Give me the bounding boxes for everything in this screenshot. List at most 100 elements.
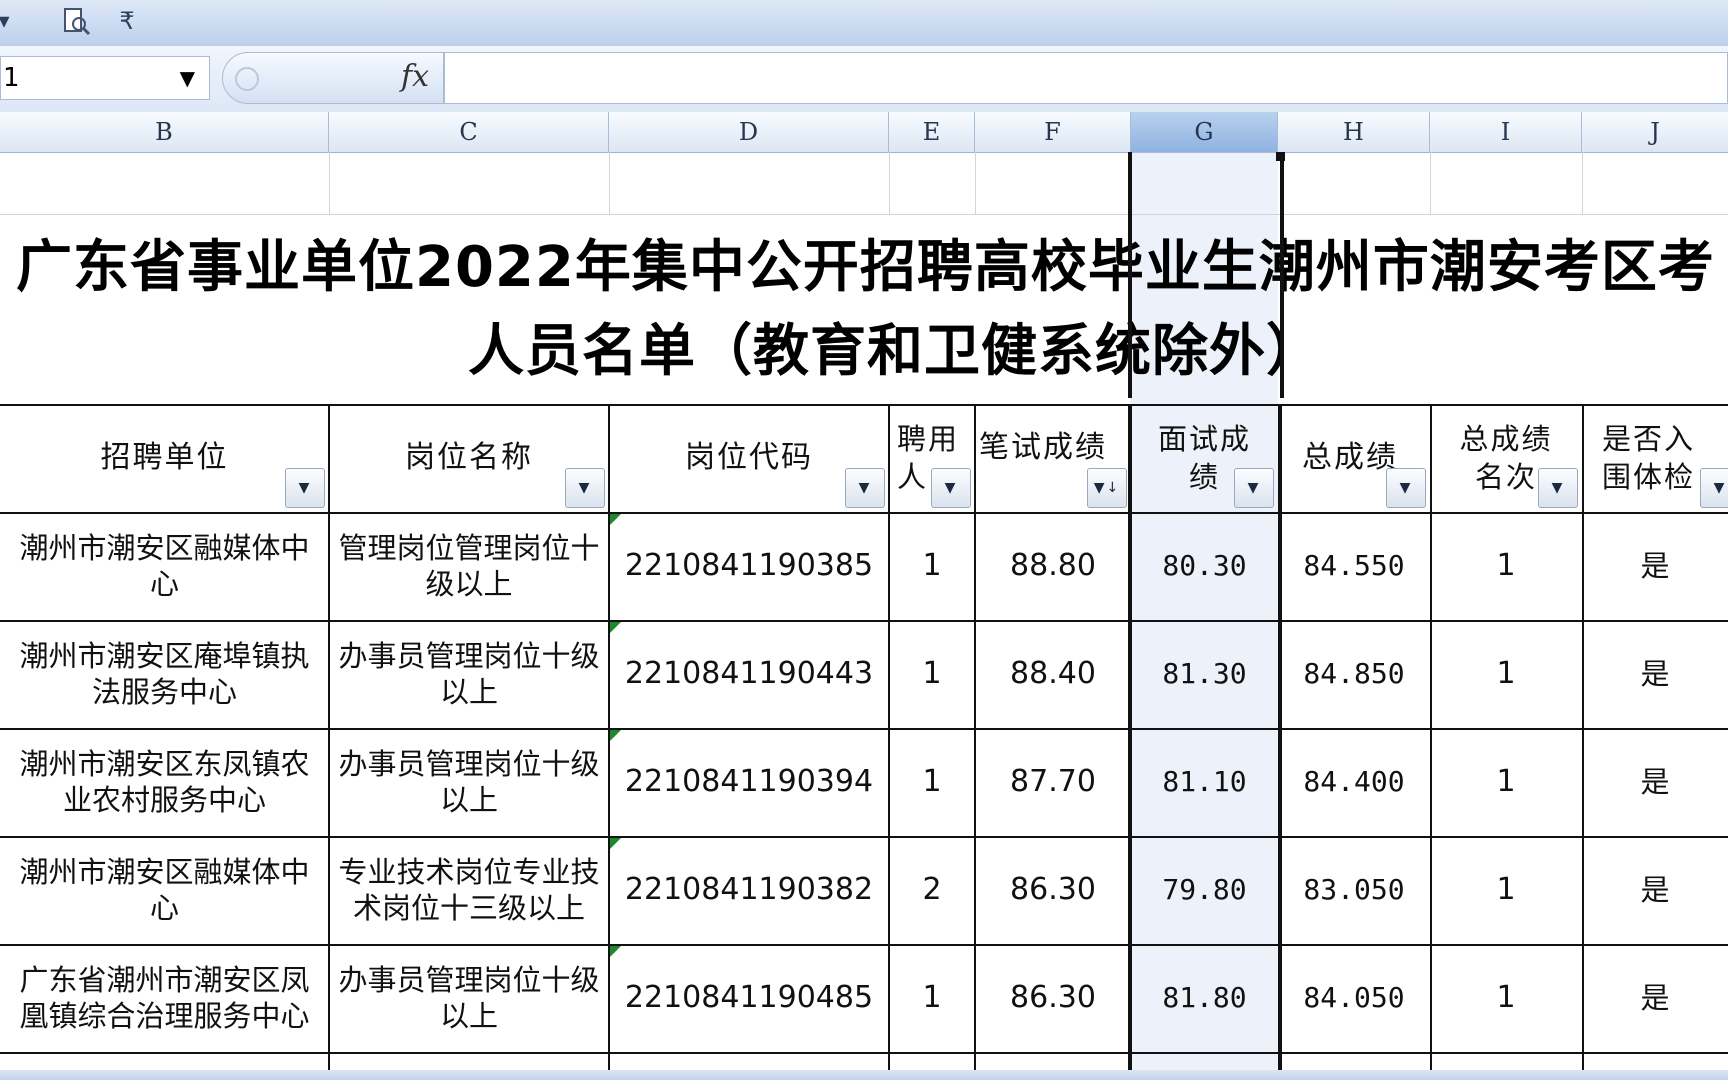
cell-rank[interactable]: 1 (1430, 728, 1582, 836)
cell-position[interactable]: 办事员管理岗位十级以上 (329, 944, 609, 1052)
cell-interview-score[interactable]: 80.30 (1131, 512, 1278, 620)
fill-handle[interactable] (1276, 152, 1285, 161)
cell-hires[interactable]: 1 (889, 620, 975, 728)
cell-value: 84.550 (1303, 549, 1405, 582)
column-header-e[interactable]: E (889, 112, 975, 152)
print-preview-icon[interactable] (56, 4, 96, 38)
header-cell-total-score: 总成绩 ▼ (1278, 404, 1430, 512)
column-header-b[interactable]: B (0, 112, 329, 152)
name-box[interactable]: 1 ▼ (0, 56, 210, 100)
cell-unit[interactable]: 广东省潮州市潮安区凤凰镇综合治理服务中心 (0, 944, 329, 1052)
gridline (1430, 152, 1431, 214)
cell-value: 79.80 (1162, 873, 1247, 906)
cell-interview-score[interactable]: 81.10 (1131, 728, 1278, 836)
cell-unit[interactable]: 潮州市潮安区庵埠镇执法服务中心 (0, 620, 329, 728)
filter-dropdown-icon[interactable]: ▼ (931, 468, 971, 508)
cell-total-score[interactable]: 84.400 (1278, 728, 1430, 836)
cell-position[interactable]: 办事员管理岗位十级以上 (329, 620, 609, 728)
cell-position[interactable]: 专业技术岗位专业技术岗位十三级以上 (329, 836, 609, 944)
cell-rank[interactable]: 1 (1430, 836, 1582, 944)
cell-total-score[interactable]: 84.050 (1278, 944, 1430, 1052)
table-border (1128, 404, 1132, 1070)
cell-value: 潮州市潮安区融媒体中心 (19, 855, 310, 925)
cell-unit[interactable]: 潮州市潮安区东凤镇农业农村服务中心 (0, 728, 329, 836)
column-header-i[interactable]: I (1430, 112, 1582, 152)
cell-value: 1 (922, 980, 942, 1015)
cell-hires[interactable]: 2 (889, 836, 975, 944)
filter-dropdown-icon[interactable]: ▼ (1234, 468, 1274, 508)
cell-position[interactable]: 办事员管理岗位十级以上 (329, 728, 609, 836)
filter-dropdown-icon[interactable]: ▼ (1700, 468, 1728, 508)
cell-code[interactable]: 2210841190394 (609, 728, 889, 836)
sheet-tab-bar[interactable] (0, 1070, 1728, 1080)
column-header-h[interactable]: H (1278, 112, 1430, 152)
error-indicator-icon[interactable] (609, 512, 623, 526)
cell-code[interactable]: 2210841190485 (609, 944, 889, 1052)
column-header-j[interactable]: J (1582, 112, 1728, 152)
table-border (0, 512, 1728, 514)
cell-hires[interactable]: 1 (889, 728, 975, 836)
header-cell-rank: 总成绩 名次 ▼ (1430, 404, 1582, 512)
cell-total-score[interactable]: 83.050 (1278, 836, 1430, 944)
sheet-title: 广东省事业单位2022年集中公开招聘高校毕业生潮州市潮安考区考 人员名单（教育和… (0, 214, 1728, 394)
cell-code[interactable]: 2210841190385 (609, 512, 889, 620)
cell-interview-score[interactable]: 81.30 (1131, 620, 1278, 728)
cell-hires[interactable]: 1 (889, 944, 975, 1052)
cell-written-score[interactable]: 87.70 (975, 728, 1131, 836)
cell-rank[interactable]: 1 (1430, 512, 1582, 620)
cell-value: 88.40 (1010, 656, 1096, 691)
cell-medical-check[interactable]: 是 (1582, 512, 1728, 620)
cell-written-score[interactable]: 86.30 (975, 836, 1131, 944)
filter-dropdown-icon[interactable]: ▼ (845, 468, 885, 508)
cell-total-score[interactable]: 84.850 (1278, 620, 1430, 728)
table-border (0, 404, 1728, 406)
cell-written-score[interactable]: 88.40 (975, 620, 1131, 728)
cell-rank[interactable]: 1 (1430, 944, 1582, 1052)
cell-medical-check[interactable]: 是 (1582, 944, 1728, 1052)
cell-unit[interactable]: 潮州市潮安区融媒体中心 (0, 512, 329, 620)
error-indicator-icon[interactable] (609, 620, 623, 634)
title-line-1: 广东省事业单位2022年集中公开招聘高校毕业生潮州市潮安考区考 (16, 235, 1715, 300)
header-label: 总成绩 (1302, 440, 1398, 475)
worksheet-grid[interactable]: 广东省事业单位2022年集中公开招聘高校毕业生潮州市潮安考区考 人员名单（教育和… (0, 152, 1728, 1070)
filter-dropdown-icon[interactable]: ▼ (1386, 468, 1426, 508)
column-header-f[interactable]: F (975, 112, 1131, 152)
formula-input[interactable] (444, 52, 1728, 104)
cell-value: 1 (922, 548, 942, 583)
cell-unit[interactable]: 潮州市潮安区融媒体中心 (0, 836, 329, 944)
qat-edge-icon[interactable]: ▾ (0, 4, 14, 38)
cell-position[interactable]: 管理岗位管理岗位十级以上 (329, 512, 609, 620)
cell-code[interactable]: 2210841190443 (609, 620, 889, 728)
error-indicator-icon[interactable] (609, 728, 623, 742)
cell-written-score[interactable]: 86.30 (975, 944, 1131, 1052)
sort-filter-icon[interactable]: ▼↓ (1087, 468, 1127, 508)
header-cell-medical-check: 是否入 围体检 ▼ (1582, 404, 1728, 512)
cell-code[interactable]: 2210841190382 (609, 836, 889, 944)
cell-hires[interactable]: 1 (889, 512, 975, 620)
header-label-line-2: 绩 (1188, 460, 1220, 494)
customize-qat-icon[interactable]: ₹ (112, 4, 142, 38)
filter-dropdown-icon[interactable]: ▼ (285, 468, 325, 508)
insert-function-icon[interactable]: fx (401, 59, 429, 94)
cell-interview-score[interactable]: 79.80 (1131, 836, 1278, 944)
cell-rank[interactable]: 1 (1430, 620, 1582, 728)
cell-total-score[interactable]: 84.550 (1278, 512, 1430, 620)
column-header-d[interactable]: D (609, 112, 889, 152)
header-label-line-1: 面试成 (1157, 422, 1251, 456)
cell-written-score[interactable]: 88.80 (975, 512, 1131, 620)
filter-dropdown-icon[interactable]: ▼ (1538, 468, 1578, 508)
name-box-dropdown-icon[interactable]: ▼ (180, 57, 195, 99)
error-indicator-icon[interactable] (609, 836, 623, 850)
filter-dropdown-icon[interactable]: ▼ (565, 468, 605, 508)
column-header-c[interactable]: C (329, 112, 609, 152)
cell-medical-check[interactable]: 是 (1582, 728, 1728, 836)
column-header-g[interactable]: G (1131, 112, 1278, 152)
error-indicator-icon[interactable] (609, 944, 623, 958)
cell-medical-check[interactable]: 是 (1582, 836, 1728, 944)
table-border (0, 944, 1728, 946)
insert-function-area[interactable]: fx (222, 52, 444, 104)
cell-interview-score[interactable]: 81.80 (1131, 944, 1278, 1052)
cell-medical-check[interactable]: 是 (1582, 620, 1728, 728)
cell-value: 潮州市潮安区东凤镇农业农村服务中心 (19, 747, 310, 817)
cell-value: 2210841190385 (624, 548, 874, 583)
